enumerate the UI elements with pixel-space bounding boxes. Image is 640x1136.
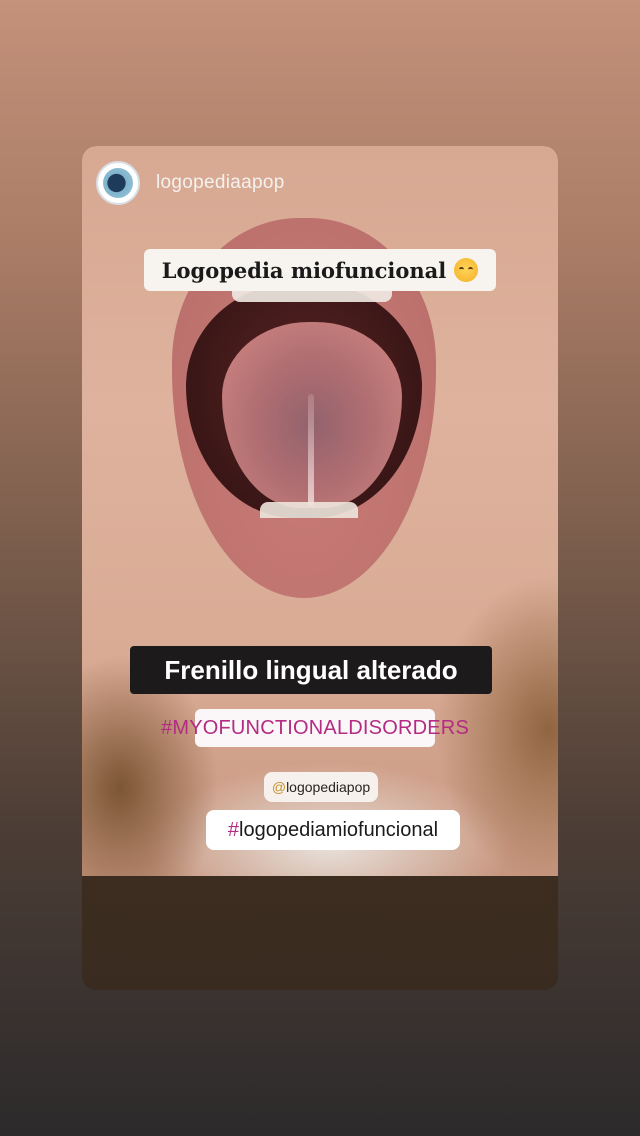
hash-symbol: #: [227, 818, 240, 841]
mention-text: logopediapop: [286, 779, 371, 795]
at-symbol: @: [271, 779, 287, 795]
story-username[interactable]: logopediaapop: [156, 172, 285, 194]
hashtag-caps-text: MYOFUNCTIONALDISORDERS: [172, 716, 469, 739]
avatar-image: [103, 168, 133, 198]
hashtag-sticker-caps[interactable]: # MYOFUNCTIONALDISORDERS: [161, 709, 469, 747]
frenulum-shape: [308, 394, 314, 506]
logo-avatar-icon[interactable]: [96, 161, 140, 205]
partying-face-emoji-icon: [454, 258, 479, 282]
title-sticker-text: Logopedia miofuncional: [161, 257, 447, 283]
mention-sticker[interactable]: @ logopediapop: [264, 772, 378, 802]
story-header[interactable]: logopediaapop: [96, 160, 285, 206]
story-card[interactable]: logopediaapop Logopedia miofuncional Fre…: [82, 146, 558, 990]
hash-symbol: #: [161, 716, 173, 739]
title-sticker: Logopedia miofuncional: [144, 249, 496, 291]
hashtag-sticker[interactable]: # logopediamiofuncional: [206, 810, 460, 850]
subtitle-sticker: Frenillo lingual alterado: [130, 646, 492, 694]
lower-teeth-shape: [260, 502, 358, 518]
subtitle-sticker-text: Frenillo lingual alterado: [164, 654, 458, 685]
story-bottom-area: [82, 876, 558, 990]
hashtag-text: logopediamiofuncional: [239, 818, 439, 841]
